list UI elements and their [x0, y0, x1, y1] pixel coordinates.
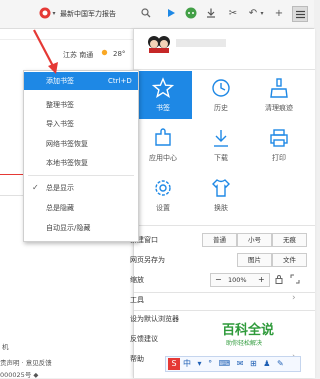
grid-item-label: 书签	[156, 104, 170, 112]
ime-status-icons[interactable]: 中 ▾ ° ⌨ ✉ ⊞ ♟ ✎	[183, 358, 286, 369]
printer-icon	[268, 127, 290, 149]
play-icon[interactable]	[164, 6, 178, 20]
grid-item-label: 打印	[272, 154, 286, 162]
puzzle-icon	[152, 127, 174, 149]
lock-icon[interactable]	[274, 274, 284, 284]
help-menu-item[interactable]: 帮助	[130, 354, 144, 364]
broom-icon	[268, 77, 290, 99]
clock-icon	[210, 77, 232, 99]
divider	[134, 69, 315, 70]
fullscreen-icon[interactable]	[290, 274, 300, 284]
new-window-normal-button[interactable]: 普通	[202, 233, 237, 247]
menu-item-label: 本地书签恢复	[46, 159, 88, 167]
grid-item-label: 设置	[156, 204, 170, 212]
watermark-title: 百科全说	[222, 323, 275, 338]
grid-item-settings[interactable]: 设置	[134, 171, 192, 219]
ime-toolbar: S 中 ▾ ° ⌨ ✉ ⊞ ♟ ✎	[165, 356, 301, 372]
menu-item-import-bookmarks[interactable]: 导入书签	[24, 115, 138, 133]
menu-item-label: 自动显示/隐藏	[46, 224, 91, 232]
sun-icon	[100, 48, 109, 59]
annotation-arrow	[33, 29, 58, 74]
new-window-small-button[interactable]: 小号	[237, 233, 272, 247]
menu-item-organize-bookmarks[interactable]: 整理书签	[24, 96, 138, 114]
menu-item-restore-network[interactable]: 网络书签恢复	[24, 135, 138, 153]
menu-item-label: 网络书签恢复	[46, 140, 88, 148]
chevron-down-icon[interactable]: ▾	[258, 6, 266, 20]
divider	[0, 174, 23, 175]
divider	[0, 195, 23, 196]
menu-item-label: 总是显示	[46, 184, 74, 192]
footer-text[interactable]: 责声明 · 意见反馈	[0, 357, 52, 367]
username-placeholder	[176, 39, 226, 47]
grid-item-label: 清理痕迹	[265, 104, 293, 112]
scissors-icon[interactable]: ✂	[226, 6, 240, 20]
menu-item-always-hide[interactable]: 总是隐藏	[24, 199, 138, 217]
zoom-value: 100%	[228, 276, 247, 284]
menu-item-restore-local[interactable]: 本地书签恢复	[24, 154, 138, 172]
sogou-icon[interactable]: S	[168, 358, 180, 370]
grid-item-label: 应用中心	[149, 154, 177, 162]
shirt-icon	[210, 177, 232, 199]
chevron-down-icon[interactable]: ▾	[50, 6, 58, 20]
zoom-label: 缩放	[130, 276, 144, 284]
checkmark-icon: ✓	[32, 183, 39, 192]
weather-city[interactable]: 江苏 南通	[63, 50, 93, 60]
zoom-control: − 100% +	[210, 273, 270, 287]
weather-temp: 28°	[113, 50, 126, 58]
feedback-item[interactable]: 反馈建议	[130, 334, 158, 344]
set-default-browser-item[interactable]: 设为默认浏览器	[130, 314, 179, 324]
divider	[134, 225, 315, 226]
menu-item-auto-show-hide[interactable]: 自动显示/隐藏	[24, 219, 138, 237]
menu-icon[interactable]	[292, 6, 308, 22]
footer-text: 机	[2, 343, 9, 351]
divider	[28, 175, 134, 176]
menu-item-label: 总是隐藏	[46, 204, 74, 212]
download-icon[interactable]	[204, 6, 218, 20]
watermark-subtitle: 助你轻松解决	[226, 340, 263, 347]
new-window-incognito-button[interactable]: 无痕	[272, 233, 307, 247]
zoom-in-button[interactable]: +	[258, 275, 265, 284]
save-as-image-button[interactable]: 图片	[237, 253, 272, 267]
plus-icon[interactable]: +	[272, 6, 286, 20]
chat-icon[interactable]	[184, 6, 198, 20]
grid-item-clear-traces[interactable]: 清理痕迹	[250, 71, 308, 119]
shortcut-label: Ctrl+D	[108, 77, 132, 85]
avatar[interactable]	[146, 33, 172, 53]
bookmark-menu: 添加书签 Ctrl+D 整理书签 导入书签 网络书签恢复 本地书签恢复 ✓ 总是…	[23, 70, 139, 242]
star-icon	[151, 77, 175, 99]
grid-item-download[interactable]: 下载	[192, 121, 250, 169]
divider	[134, 292, 315, 293]
grid-item-bookmarks[interactable]: 书签	[134, 71, 192, 119]
menu-item-label: 导入书签	[46, 120, 74, 128]
browser-toolbar: ▾ 最新中国军力报告 ✂ ↶ ▾ +	[0, 0, 314, 29]
grid-item-label: 下载	[214, 154, 228, 162]
search-icon[interactable]	[139, 6, 153, 20]
grid-item-print[interactable]: 打印	[250, 121, 308, 169]
divider	[134, 310, 315, 311]
gear-icon	[152, 177, 174, 199]
grid-item-label: 历史	[214, 104, 228, 112]
chevron-right-icon: ›	[292, 293, 296, 303]
grid-item-app-center[interactable]: 应用中心	[134, 121, 192, 169]
main-menu-panel: 书签 历史 清理痕迹 应用中心 下载 打印 设置 换肤 新建窗口 普通 小号 无…	[130, 29, 315, 378]
zoom-out-button[interactable]: −	[215, 275, 222, 284]
grid-item-history[interactable]: 历史	[192, 71, 250, 119]
save-as-label: 网页另存为	[130, 256, 165, 264]
menu-item-always-show[interactable]: ✓ 总是显示	[24, 179, 138, 197]
menu-item-label: 整理书签	[46, 101, 74, 109]
tab-title[interactable]: 最新中国军力报告	[60, 9, 116, 19]
grid-item-skin[interactable]: 换肤	[192, 171, 250, 219]
tools-menu-item[interactable]: 工具	[130, 295, 144, 305]
grid-item-label: 换肤	[214, 204, 228, 212]
save-as-file-button[interactable]: 文件	[272, 253, 307, 267]
download-icon	[210, 127, 232, 149]
